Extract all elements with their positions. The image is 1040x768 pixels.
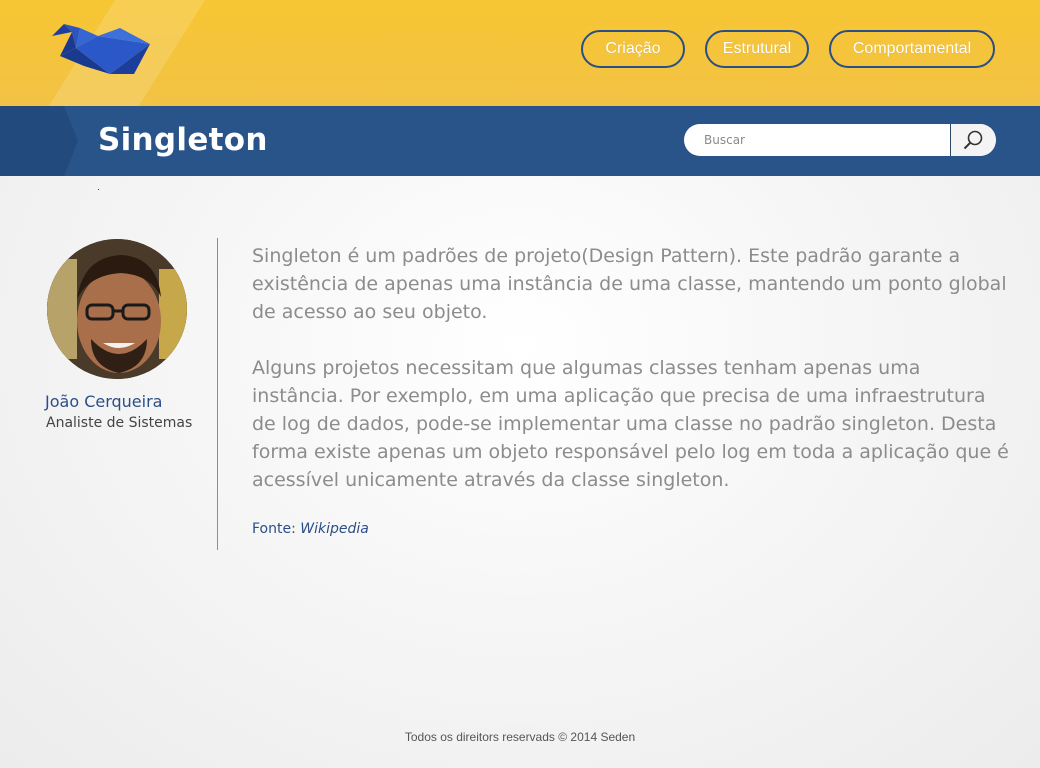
source-link[interactable]: Wikipedia xyxy=(300,521,369,537)
nav-criacao-button[interactable]: Criação xyxy=(581,30,685,68)
nav-comportamental-button[interactable]: Comportamental xyxy=(829,30,995,68)
author-name: João Cerqueira xyxy=(45,392,163,411)
author-role: Analiste de Sistemas xyxy=(46,415,193,431)
page-title: Singleton xyxy=(98,122,268,158)
nav-estrutural-button[interactable]: Estrutural xyxy=(705,30,809,68)
article-source: Fonte: Wikipedia xyxy=(252,521,369,537)
author-photo xyxy=(47,239,187,379)
title-arrow-decoration xyxy=(0,106,78,176)
footer-copyright: Todos os direitors reservads © 2014 Sede… xyxy=(404,730,636,744)
article-content: Singleton é um padrões de projeto(Design… xyxy=(252,242,1012,494)
top-header: Criação Estrutural Comportamental xyxy=(0,0,1040,106)
author-avatar xyxy=(47,239,187,379)
search-icon xyxy=(963,130,983,150)
article-paragraph: Singleton é um padrões de projeto(Design… xyxy=(252,245,1007,323)
search-box xyxy=(684,124,996,156)
article-paragraph: Alguns projetos necessitam que algumas c… xyxy=(252,357,1009,491)
stray-dot xyxy=(98,189,99,190)
content-divider xyxy=(217,238,218,550)
main-nav: Criação Estrutural Comportamental xyxy=(581,30,995,68)
origami-bird-icon[interactable] xyxy=(50,18,160,78)
search-button[interactable] xyxy=(950,124,995,156)
search-input[interactable] xyxy=(684,124,950,156)
title-bar: Singleton xyxy=(0,106,1040,176)
source-label: Fonte: xyxy=(252,521,296,537)
